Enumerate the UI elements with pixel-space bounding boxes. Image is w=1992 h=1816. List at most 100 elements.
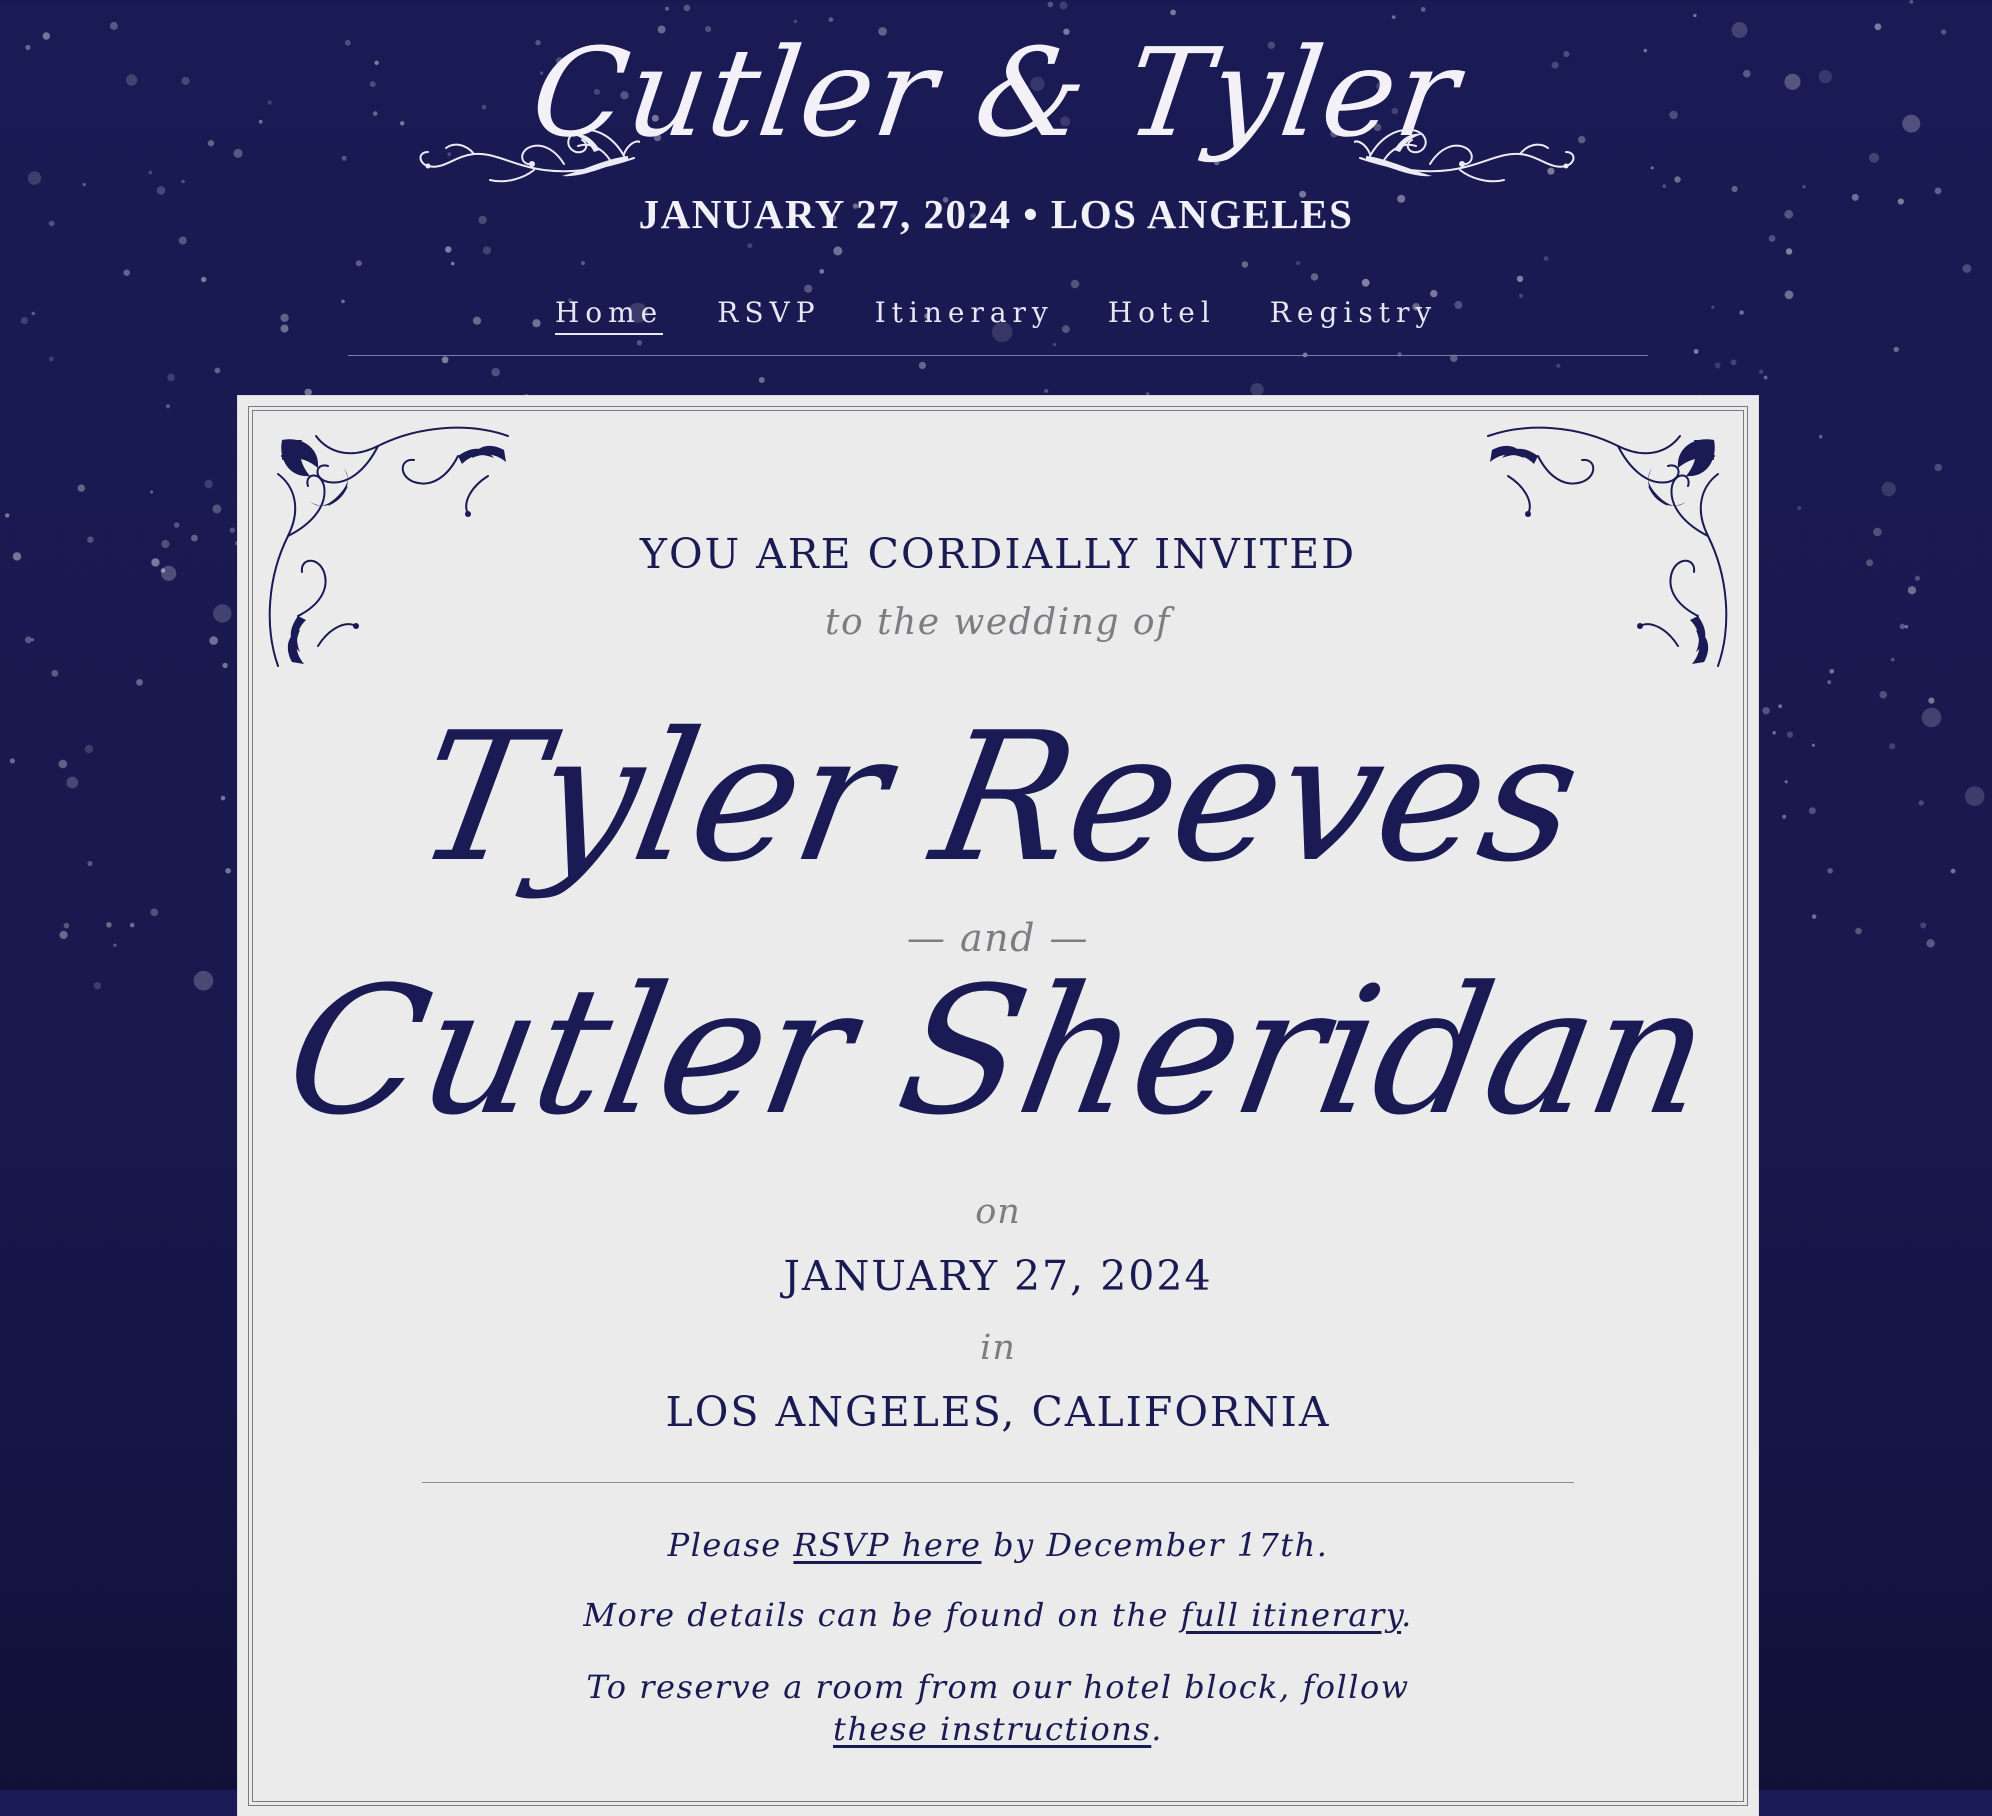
star-dot	[204, 479, 213, 489]
partner-name-one: Tyler Reeves	[403, 694, 1593, 901]
star-dot	[1889, 743, 1896, 750]
flourish-ornament-icon	[1354, 128, 1575, 183]
star-dot	[1950, 868, 1956, 874]
invitation-lead: to the wedding of	[825, 602, 1171, 643]
star-dot	[1879, 690, 1887, 699]
star-dot	[167, 373, 175, 382]
star-dot	[1934, 463, 1942, 472]
rsvp-note: Please RSVP here by December 17th.	[538, 1524, 1458, 1566]
star-dot	[1808, 807, 1816, 815]
star-dot	[758, 377, 765, 383]
hotel-note-prefix: To reserve a room from our hotel block, …	[586, 1668, 1410, 1706]
star-dot	[24, 636, 32, 644]
itinerary-note-suffix: .	[1401, 1596, 1413, 1634]
site-header: Cutler & Tyler JANUARY 27, 2024 • LOS AN…	[0, 0, 1992, 360]
itinerary-link[interactable]: full itinerary	[1181, 1596, 1401, 1634]
wedding-date: JANUARY 27, 2024	[783, 1252, 1213, 1300]
star-dot	[1926, 939, 1935, 948]
hotel-note-suffix: .	[1151, 1710, 1163, 1748]
star-dot	[129, 922, 135, 928]
star-dot	[165, 404, 171, 409]
nav-hotel[interactable]: Hotel	[1108, 296, 1216, 333]
star-dot	[5, 513, 10, 518]
star-dot	[1890, 657, 1895, 662]
star-dot	[1811, 743, 1815, 747]
rsvp-note-prefix: Please	[667, 1526, 794, 1564]
star-dot	[66, 776, 79, 789]
star-dot	[59, 930, 68, 940]
hotel-note: To reserve a room from our hotel block, …	[538, 1666, 1458, 1750]
star-dot	[173, 522, 180, 528]
nav-itinerary[interactable]: Itinerary	[875, 296, 1054, 333]
star-dot	[1714, 362, 1721, 369]
star-dot	[1797, 506, 1802, 511]
star-dot	[1914, 575, 1920, 581]
star-dot	[1786, 731, 1793, 738]
star-dot	[212, 504, 222, 514]
star-dot	[1827, 680, 1832, 685]
invitation-card: YOU ARE CORDIALLY INVITED to the wedding…	[238, 396, 1758, 1816]
star-dot	[214, 367, 221, 374]
star-dot	[229, 527, 235, 533]
star-dot	[84, 744, 94, 754]
star-dot	[1556, 363, 1561, 368]
star-dot	[1044, 388, 1049, 393]
star-dot	[1855, 927, 1862, 935]
star-dot	[918, 361, 927, 369]
star-dot	[93, 982, 102, 990]
star-dot	[150, 490, 154, 494]
itinerary-note-prefix: More details can be found on the	[583, 1596, 1181, 1634]
invitation-headline: YOU ARE CORDIALLY INVITED	[639, 530, 1357, 578]
nav-divider	[348, 355, 1648, 356]
star-dot	[150, 908, 159, 917]
star-dot	[491, 367, 501, 377]
star-dot	[87, 536, 94, 543]
star-dot	[136, 679, 143, 686]
star-dot	[1866, 559, 1874, 567]
star-dot	[1778, 704, 1783, 709]
star-dot	[77, 484, 86, 492]
star-dot	[151, 558, 160, 567]
star-dot	[1928, 697, 1935, 704]
star-dot	[1784, 780, 1788, 784]
star-dot	[1818, 434, 1823, 439]
main-nav: Home RSVP Itinerary Hotel Registry	[0, 296, 1992, 335]
partner-name-two: Cutler Sheridan	[273, 949, 1724, 1154]
star-dot	[220, 795, 226, 801]
site-subtitle: JANUARY 27, 2024 • LOS ANGELES	[638, 191, 1354, 237]
star-dot	[9, 758, 15, 764]
star-dot	[161, 539, 170, 549]
star-dot	[1811, 914, 1817, 919]
star-dot	[12, 552, 22, 561]
star-dot	[63, 922, 70, 929]
star-dot	[1899, 623, 1906, 630]
star-dot	[209, 636, 218, 645]
hotel-instructions-link[interactable]: these instructions	[833, 1710, 1151, 1748]
star-dot	[1827, 868, 1833, 874]
star-dot	[1772, 731, 1776, 735]
star-dot	[1964, 786, 1985, 806]
star-dot	[58, 759, 68, 769]
star-dot	[1904, 625, 1909, 629]
star-dot	[1918, 800, 1924, 806]
star-dot	[51, 669, 59, 677]
nav-registry[interactable]: Registry	[1270, 296, 1437, 333]
star-dot	[1730, 359, 1737, 366]
star-dot	[160, 568, 166, 573]
nav-rsvp[interactable]: RSVP	[717, 296, 820, 333]
star-dot	[222, 662, 228, 669]
star-dot	[87, 860, 93, 867]
star-dot	[193, 970, 214, 991]
itinerary-note: More details can be found on the full it…	[538, 1594, 1458, 1636]
star-dot	[1250, 383, 1264, 397]
star-dot	[1782, 814, 1787, 819]
star-dot	[1763, 375, 1768, 380]
rsvp-link[interactable]: RSVP here	[793, 1526, 981, 1564]
star-dot	[113, 943, 117, 947]
star-dot	[1920, 922, 1927, 929]
star-dot	[191, 534, 198, 542]
star-dot	[304, 388, 312, 396]
star-dot	[1881, 481, 1896, 497]
nav-home[interactable]: Home	[554, 296, 664, 335]
star-dot	[106, 922, 112, 928]
